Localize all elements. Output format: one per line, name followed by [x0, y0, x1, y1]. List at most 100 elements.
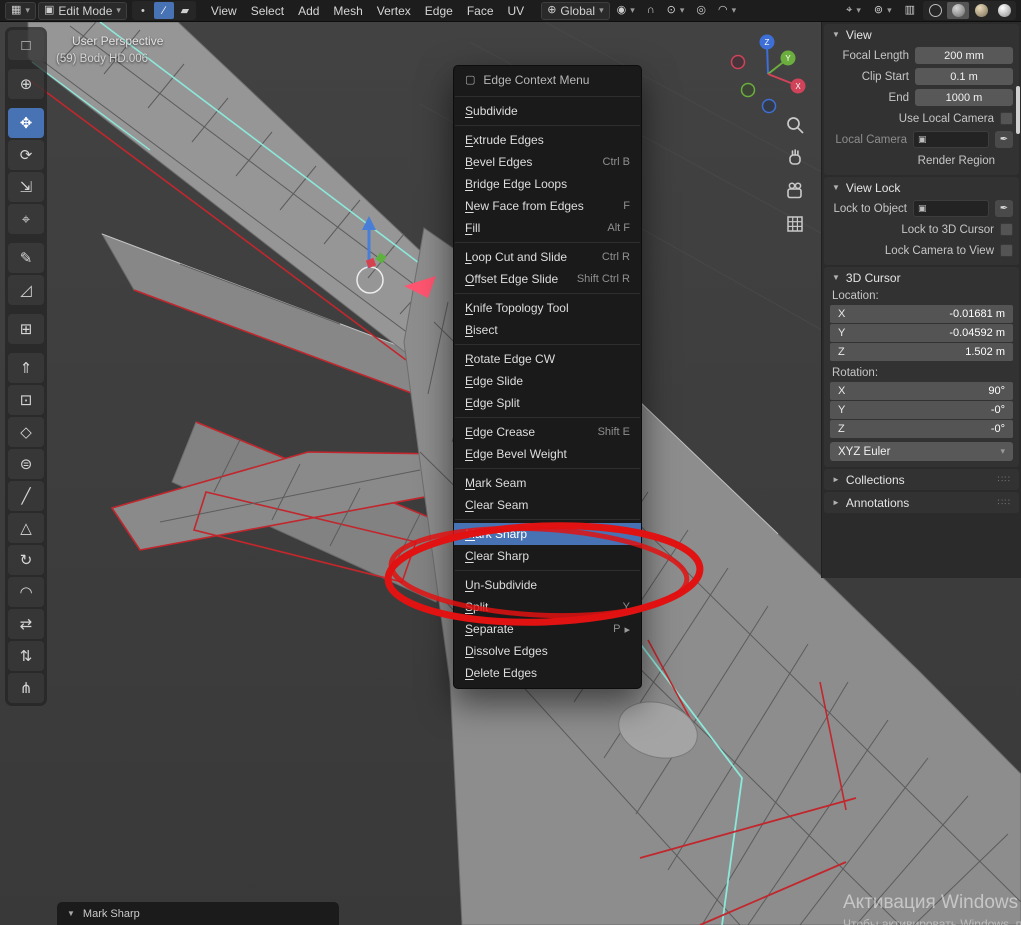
use-local-camera-checkbox[interactable] — [1000, 112, 1013, 125]
menu-item-edge-split[interactable]: Edge Split — [454, 392, 641, 414]
tool-loop-cut[interactable]: ⊜ — [8, 449, 44, 479]
menu-item-fill[interactable]: Fill Alt F — [454, 217, 641, 239]
collapse-triangle-icon[interactable]: ▼ — [67, 909, 75, 918]
cursor-location-y-field[interactable]: Y -0.04592 m — [830, 324, 1013, 342]
edge-select-button[interactable]: ∕ — [153, 2, 174, 19]
menu-item-offset-edge-slide[interactable]: Offset Edge Slide Shift Ctrl R — [454, 268, 641, 290]
menu-mesh[interactable]: Mesh — [326, 2, 369, 20]
focal-length-field[interactable]: 200 mm — [915, 47, 1013, 64]
camera-view-button[interactable] — [782, 178, 808, 204]
shading-rendered-button[interactable] — [993, 2, 1015, 19]
menu-vertex[interactable]: Vertex — [370, 2, 418, 20]
menu-item-edge-crease[interactable]: Edge Crease Shift E — [454, 421, 641, 443]
tool-measure[interactable]: ◿ — [8, 275, 44, 305]
tool-bevel[interactable]: ◇ — [8, 417, 44, 447]
clip-end-field[interactable]: 1000 m — [915, 89, 1013, 106]
menu-item-bridge-edge-loops[interactable]: Bridge Edge Loops — [454, 173, 641, 195]
view-panel-header[interactable]: ▼ View — [824, 24, 1019, 45]
panel-grip-icon[interactable]: ∷∷ — [998, 497, 1011, 508]
cursor-rotation-x-field[interactable]: X 90° — [830, 382, 1013, 400]
menu-face[interactable]: Face — [460, 2, 501, 20]
cursor-location-x-field[interactable]: X -0.01681 m — [830, 305, 1013, 323]
proportional-editing-toggle[interactable]: ◎ — [691, 2, 711, 20]
tool-edge-slide[interactable]: ⇄ — [8, 609, 44, 639]
lock-to-3d-cursor-checkbox[interactable] — [1000, 223, 1013, 236]
view-lock-panel-header[interactable]: ▼ View Lock — [824, 177, 1019, 198]
face-select-button[interactable]: ▰ — [175, 2, 195, 19]
menu-item-mark-sharp[interactable]: Mark Sharp — [454, 523, 641, 545]
local-camera-field[interactable]: ▣ — [913, 131, 989, 148]
menu-item-loop-cut-and-slide[interactable]: Loop Cut and Slide Ctrl R — [454, 246, 641, 268]
sidebar-scrollbar[interactable] — [1016, 86, 1020, 134]
snap-settings-dropdown[interactable]: ⊙ ▾ — [662, 2, 690, 20]
proportional-falloff-dropdown[interactable]: ◠ ▾ — [713, 2, 741, 20]
axis-neg-x-ball[interactable] — [730, 54, 746, 70]
menu-select[interactable]: Select — [244, 2, 291, 20]
eyedropper-button[interactable]: ✒ — [995, 200, 1013, 217]
shading-solid-button[interactable] — [947, 2, 969, 19]
menu-item-mark-seam[interactable]: Mark Seam — [454, 472, 641, 494]
tool-spin[interactable]: ↻ — [8, 545, 44, 575]
tool-inset-faces[interactable]: ⊡ — [8, 385, 44, 415]
shading-wireframe-button[interactable] — [924, 2, 946, 19]
collections-panel-header[interactable]: ► Collections ∷∷ — [824, 469, 1019, 490]
lock-to-object-field[interactable]: ▣ — [913, 200, 989, 217]
render-region-row[interactable]: Render Region — [824, 150, 1019, 171]
menu-item-clear-sharp[interactable]: Clear Sharp — [454, 545, 641, 567]
cursor-rotation-y-field[interactable]: Y -0° — [830, 401, 1013, 419]
toggle-xray-button[interactable]: ▥ — [900, 2, 920, 20]
tool-add-cube[interactable]: ⊞ — [8, 314, 44, 344]
menu-item-new-face-from-edges[interactable]: New Face from Edges F — [454, 195, 641, 217]
tool-annotate[interactable]: ✎ — [8, 243, 44, 273]
tool-extrude-region[interactable]: ⇑ — [8, 353, 44, 383]
tool-scale[interactable]: ⇲ — [8, 172, 44, 202]
editor-type-button[interactable]: ▦ ▾ — [5, 1, 36, 20]
zoom-button[interactable] — [782, 112, 808, 138]
show-overlays-toggle[interactable]: ⊚ ▾ — [869, 2, 897, 20]
cursor-location-z-field[interactable]: Z 1.502 m — [830, 343, 1013, 361]
menu-item-separate[interactable]: Separate P ▸ — [454, 618, 641, 640]
tool-move[interactable]: ✥ — [8, 108, 44, 138]
menu-view[interactable]: View — [204, 2, 244, 20]
tool-cursor[interactable]: ⊕ — [8, 69, 44, 99]
navigation-gizmo[interactable]: Z Y X — [722, 30, 818, 122]
menu-item-dissolve-edges[interactable]: Dissolve Edges — [454, 640, 641, 662]
3d-cursor-panel-header[interactable]: ▼ 3D Cursor — [824, 267, 1019, 288]
menu-item-delete-edges[interactable]: Delete Edges — [454, 662, 641, 684]
menu-item-split[interactable]: Split Y — [454, 596, 641, 618]
menu-item-un-subdivide[interactable]: Un-Subdivide — [454, 574, 641, 596]
tool-shrink-fatten[interactable]: ⇅ — [8, 641, 44, 671]
tool-select-box[interactable]: □ — [8, 30, 44, 60]
tool-transform[interactable]: ⌖ — [8, 204, 44, 234]
operator-panel[interactable]: ▼ Mark Sharp — [57, 902, 339, 925]
menu-item-bevel-edges[interactable]: Bevel Edges Ctrl B — [454, 151, 641, 173]
lock-camera-to-view-checkbox[interactable] — [1000, 244, 1013, 257]
menu-item-rotate-edge-cw[interactable]: Rotate Edge CW — [454, 348, 641, 370]
tool-knife[interactable]: ╱ — [8, 481, 44, 511]
show-gizmo-toggle[interactable]: ⌖ ▾ — [841, 2, 866, 20]
cursor-rotation-z-field[interactable]: Z -0° — [830, 420, 1013, 438]
panel-grip-icon[interactable]: ∷∷ — [998, 474, 1011, 485]
rotation-mode-dropdown[interactable]: XYZ Euler ▾ — [830, 442, 1013, 461]
tool-poly-build[interactable]: △ — [8, 513, 44, 543]
pivot-point-dropdown[interactable]: ◉ ▾ — [612, 2, 640, 20]
mode-selector[interactable]: ▣ Edit Mode ▾ — [37, 1, 127, 20]
tool-rotate[interactable]: ⟳ — [8, 140, 44, 170]
eyedropper-button[interactable]: ✒ — [995, 131, 1013, 148]
axis-neg-z-ball[interactable] — [761, 98, 777, 114]
vertex-select-button[interactable]: • — [133, 2, 153, 19]
snap-toggle-button[interactable]: ∩ — [642, 2, 660, 20]
clip-start-field[interactable]: 0.1 m — [915, 68, 1013, 85]
menu-item-subdivide[interactable]: Subdivide — [454, 100, 641, 122]
menu-item-knife-topology-tool[interactable]: Knife Topology Tool — [454, 297, 641, 319]
annotations-panel-header[interactable]: ► Annotations ∷∷ — [824, 492, 1019, 513]
axis-neg-y-ball[interactable] — [740, 82, 756, 98]
menu-add[interactable]: Add — [291, 2, 326, 20]
menu-item-edge-bevel-weight[interactable]: Edge Bevel Weight — [454, 443, 641, 465]
tool-smooth[interactable]: ◠ — [8, 577, 44, 607]
menu-item-clear-seam[interactable]: Clear Seam — [454, 494, 641, 516]
toggle-ortho-button[interactable] — [782, 211, 808, 237]
shading-material-button[interactable] — [970, 2, 992, 19]
menu-edge[interactable]: Edge — [418, 2, 460, 20]
menu-item-bisect[interactable]: Bisect — [454, 319, 641, 341]
